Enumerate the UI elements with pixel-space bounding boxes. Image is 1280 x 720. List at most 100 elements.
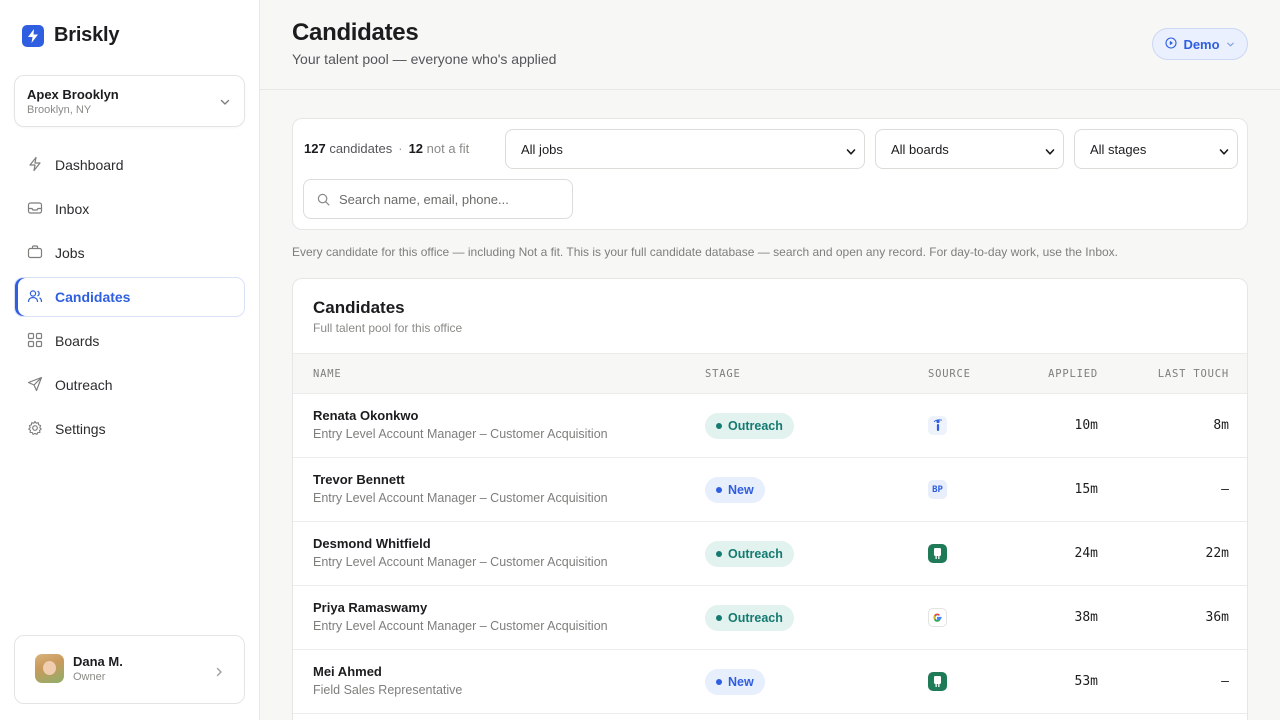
- status-dot: [716, 679, 722, 685]
- sidebar-item-candidates[interactable]: Candidates: [14, 277, 245, 317]
- candidate-counts: 127 candidates · 12 not a fit: [304, 141, 469, 156]
- sidebar-item-boards[interactable]: Boards: [14, 321, 245, 361]
- column-header-stage[interactable]: STAGE: [705, 368, 741, 380]
- candidate-name[interactable]: Desmond Whitfield: [313, 536, 431, 551]
- table-row[interactable]: Trevor Bennett Entry Level Account Manag…: [293, 458, 1247, 522]
- send-icon: [27, 376, 43, 395]
- chevron-down-icon: [1219, 145, 1229, 160]
- demo-label: Demo: [1183, 36, 1220, 52]
- table-header: NAME STAGE SOURCE APPLIED LAST TOUCH: [293, 353, 1247, 394]
- user-role: Owner: [73, 671, 106, 683]
- candidate-job: Entry Level Account Manager – Customer A…: [313, 619, 608, 633]
- column-header-name[interactable]: NAME: [313, 368, 342, 380]
- stages-select-value: All stages: [1090, 141, 1147, 157]
- briefcase-icon: [27, 244, 43, 263]
- table-row[interactable]: Desmond Whitfield Entry Level Account Ma…: [293, 522, 1247, 586]
- indeed-icon: [928, 416, 947, 435]
- chevron-down-icon: [846, 145, 856, 160]
- page-subtitle: Your talent pool — everyone who's applie…: [292, 51, 557, 67]
- applied-time: 24m: [1074, 546, 1098, 561]
- bolt-icon: [27, 156, 43, 175]
- boards-select[interactable]: All boards: [875, 129, 1064, 169]
- sidebar-item-label: Settings: [55, 421, 106, 437]
- status-dot: [716, 615, 722, 621]
- last-touch-time: 22m: [1205, 546, 1229, 561]
- demo-button[interactable]: Demo: [1152, 28, 1248, 60]
- sidebar-item-label: Boards: [55, 333, 100, 349]
- sidebar-item-inbox[interactable]: Inbox: [14, 189, 245, 229]
- glassdoor-icon: [928, 544, 947, 563]
- chevron-right-icon: [214, 664, 224, 682]
- boards-select-value: All boards: [891, 141, 949, 157]
- header-divider: [260, 89, 1280, 90]
- last-touch-time: –: [1221, 674, 1229, 689]
- sidebar-item-dashboard[interactable]: Dashboard: [14, 145, 245, 185]
- glassdoor-icon: [928, 672, 947, 691]
- candidate-count: 127: [304, 141, 326, 156]
- candidate-job: Entry Level Account Manager – Customer A…: [313, 427, 608, 441]
- avatar: [35, 654, 64, 683]
- brand[interactable]: Briskly: [22, 24, 120, 47]
- candidate-name[interactable]: Priya Ramaswamy: [313, 600, 427, 615]
- not-fit-label: not a fit: [426, 141, 470, 156]
- status-dot: [716, 551, 722, 557]
- last-touch-time: –: [1221, 482, 1229, 497]
- sidebar-item-settings[interactable]: Settings: [14, 409, 245, 449]
- stage-label: Outreach: [728, 419, 783, 433]
- stage-badge: New: [705, 669, 765, 695]
- candidate-name[interactable]: Trevor Bennett: [313, 472, 405, 487]
- applied-time: 53m: [1074, 674, 1098, 689]
- column-header-source[interactable]: SOURCE: [928, 368, 971, 380]
- jobs-select[interactable]: All jobs: [505, 129, 865, 169]
- candidate-name[interactable]: Renata Okonkwo: [313, 408, 418, 423]
- play-circle-icon: [1165, 36, 1177, 52]
- page-title: Candidates: [292, 19, 419, 46]
- stage-label: Outreach: [728, 547, 783, 561]
- table-subtitle: Full talent pool for this office: [313, 321, 463, 335]
- stage-badge: Outreach: [705, 413, 794, 439]
- sidebar-item-label: Inbox: [55, 201, 90, 217]
- helper-text: Every candidate for this office — includ…: [292, 245, 1118, 259]
- not-fit-count: 12: [408, 141, 424, 156]
- gear-icon: [27, 420, 43, 439]
- google-icon: [928, 608, 947, 627]
- candidate-name[interactable]: Mei Ahmed: [313, 664, 382, 679]
- jobs-select-value: All jobs: [521, 141, 563, 157]
- candidate-job: Entry Level Account Manager – Customer A…: [313, 491, 608, 505]
- applied-time: 15m: [1074, 482, 1098, 497]
- stage-label: New: [728, 483, 754, 497]
- candidate-count-label: candidates: [329, 141, 393, 156]
- column-header-applied[interactable]: APPLIED: [1048, 368, 1098, 380]
- inbox-icon: [27, 200, 43, 219]
- status-dot: [716, 423, 722, 429]
- sidebar-item-label: Jobs: [55, 245, 85, 261]
- search-box: [303, 179, 573, 219]
- office-name: Apex Brooklyn: [27, 87, 119, 102]
- sidebar-item-jobs[interactable]: Jobs: [14, 233, 245, 273]
- sidebar: Briskly Apex Brooklyn Brooklyn, NY Dashb…: [0, 0, 260, 720]
- stage-label: Outreach: [728, 611, 783, 625]
- search-input[interactable]: [339, 180, 564, 218]
- sidebar-item-label: Dashboard: [55, 157, 124, 173]
- stages-select[interactable]: All stages: [1074, 129, 1238, 169]
- sidebar-nav: Dashboard Inbox Jobs Candidates Boards O…: [14, 145, 245, 453]
- sidebar-item-label: Candidates: [55, 289, 131, 305]
- sidebar-item-outreach[interactable]: Outreach: [14, 365, 245, 405]
- chevron-down-icon: [1226, 37, 1235, 52]
- stage-badge: Outreach: [705, 541, 794, 567]
- table-row[interactable]: Mei Ahmed Field Sales Representative New…: [293, 650, 1247, 714]
- sidebar-item-label: Outreach: [55, 377, 113, 393]
- candidate-job: Entry Level Account Manager – Customer A…: [313, 555, 608, 569]
- stage-badge: Outreach: [705, 605, 794, 631]
- candidates-table-card: Candidates Full talent pool for this off…: [292, 278, 1248, 720]
- user-menu[interactable]: Dana M. Owner: [14, 635, 245, 704]
- office-switcher[interactable]: Apex Brooklyn Brooklyn, NY: [14, 75, 245, 127]
- table-row[interactable]: Renata Okonkwo Entry Level Account Manag…: [293, 394, 1247, 458]
- stage-badge: New: [705, 477, 765, 503]
- applied-time: 10m: [1074, 418, 1098, 433]
- last-touch-time: 36m: [1205, 610, 1229, 625]
- table-row[interactable]: Priya Ramaswamy Entry Level Account Mana…: [293, 586, 1247, 650]
- column-header-last-touch[interactable]: LAST TOUCH: [1158, 368, 1229, 380]
- table-title: Candidates: [313, 298, 405, 317]
- last-touch-time: 8m: [1213, 418, 1229, 433]
